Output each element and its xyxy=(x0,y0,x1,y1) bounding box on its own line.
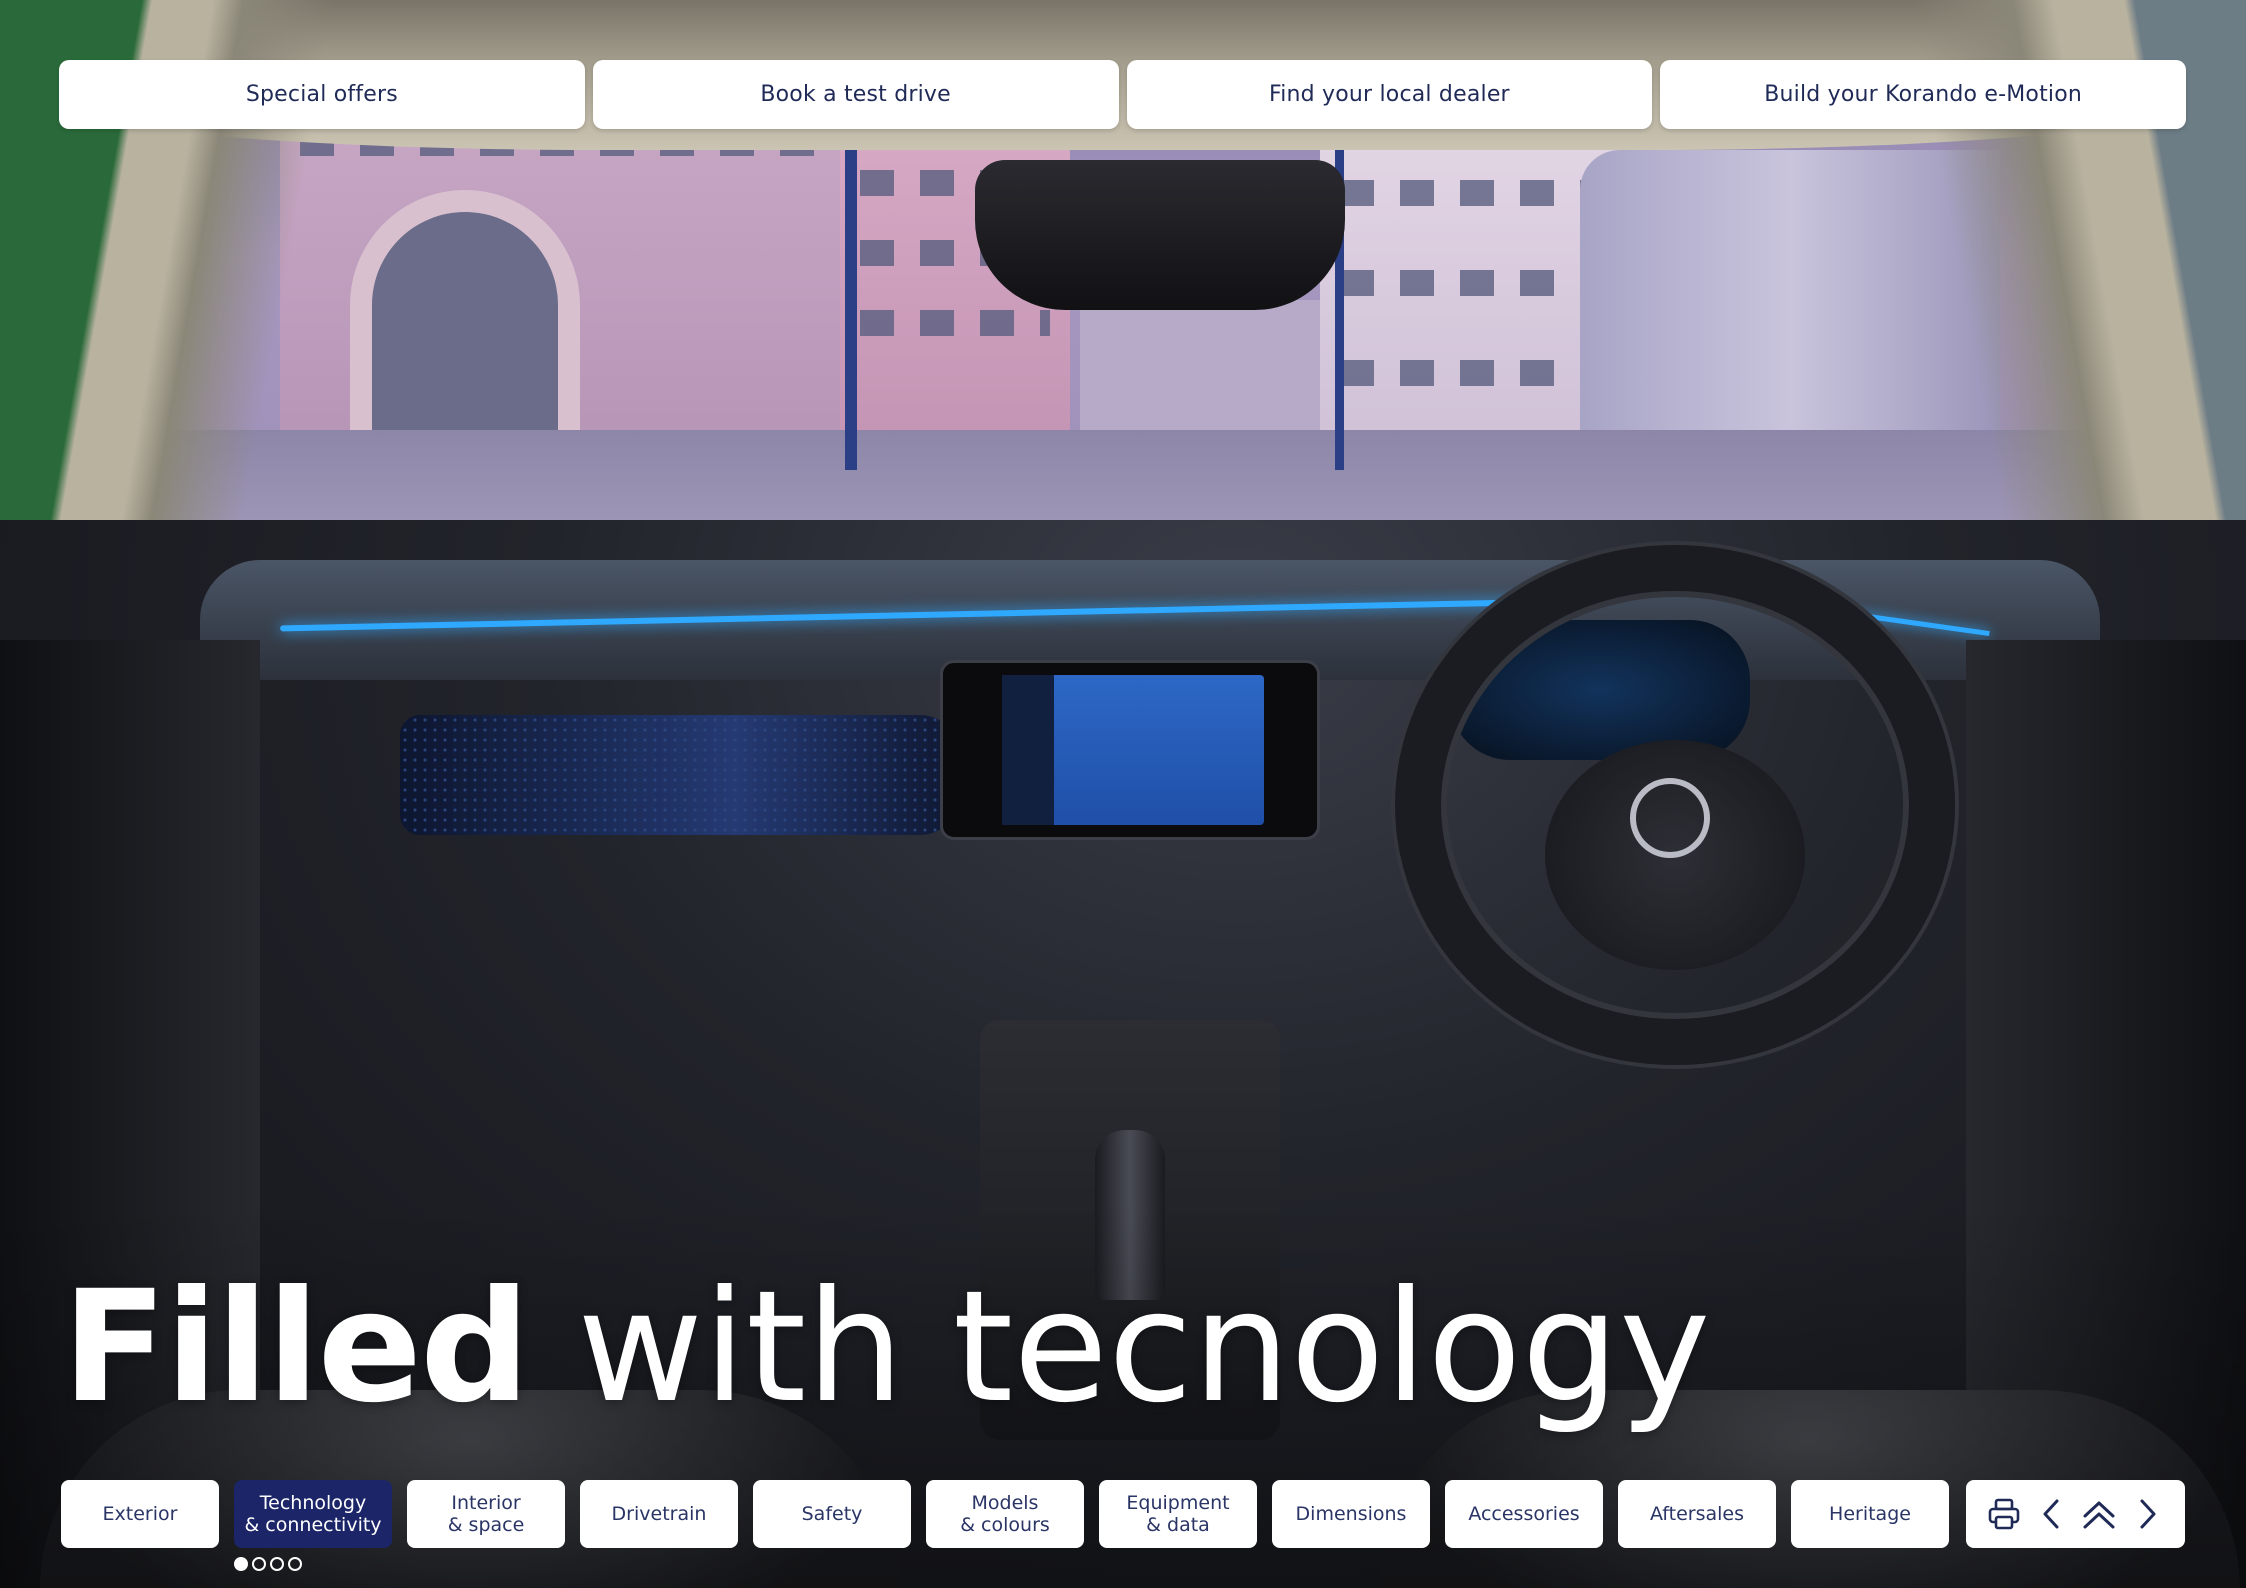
nav-item-heritage[interactable]: Heritage xyxy=(1791,1480,1949,1548)
special-offers-button[interactable]: Special offers xyxy=(59,60,585,129)
chevron-right-icon[interactable] xyxy=(2127,1494,2167,1534)
nav-item-drivetrain[interactable]: Drivetrain xyxy=(580,1480,738,1548)
pagination-dots xyxy=(234,1557,302,1571)
pagination-dot-4[interactable] xyxy=(288,1557,302,1571)
pagination-dot-2[interactable] xyxy=(252,1557,266,1571)
headline-light: with tecnology xyxy=(528,1258,1711,1437)
find-dealer-button[interactable]: Find your local dealer xyxy=(1126,60,1653,129)
build-car-button[interactable]: Build your Korando e-Motion xyxy=(1660,60,2186,129)
double-chevron-up-icon[interactable] xyxy=(2079,1494,2119,1534)
nav-item-dimensions[interactable]: Dimensions xyxy=(1272,1480,1430,1548)
page-tools xyxy=(1966,1480,2185,1548)
nav-item-exterior[interactable]: Exterior xyxy=(61,1480,219,1548)
top-action-bar: Special offers Book a test drive Find yo… xyxy=(59,60,2186,129)
page-headline: Filled with tecnology xyxy=(62,1268,1710,1428)
nav-item-interior-space[interactable]: Interior & space xyxy=(407,1480,565,1548)
nav-item-models-colours[interactable]: Models & colours xyxy=(926,1480,1084,1548)
headline-bold: Filled xyxy=(62,1258,530,1437)
nav-item-accessories[interactable]: Accessories xyxy=(1445,1480,1603,1548)
pagination-dot-1[interactable] xyxy=(234,1557,248,1571)
pagination-dot-3[interactable] xyxy=(270,1557,284,1571)
nav-item-aftersales[interactable]: Aftersales xyxy=(1618,1480,1776,1548)
book-test-drive-button[interactable]: Book a test drive xyxy=(592,60,1119,129)
print-icon[interactable] xyxy=(1984,1494,2024,1534)
nav-item-technology-connectivity[interactable]: Technology & connectivity xyxy=(234,1480,392,1548)
nav-item-equipment-data[interactable]: Equipment & data xyxy=(1099,1480,1257,1548)
chevron-left-icon[interactable] xyxy=(2032,1494,2072,1534)
nav-item-safety[interactable]: Safety xyxy=(753,1480,911,1548)
section-nav: Exterior Technology & connectivity Inter… xyxy=(61,1480,1951,1548)
